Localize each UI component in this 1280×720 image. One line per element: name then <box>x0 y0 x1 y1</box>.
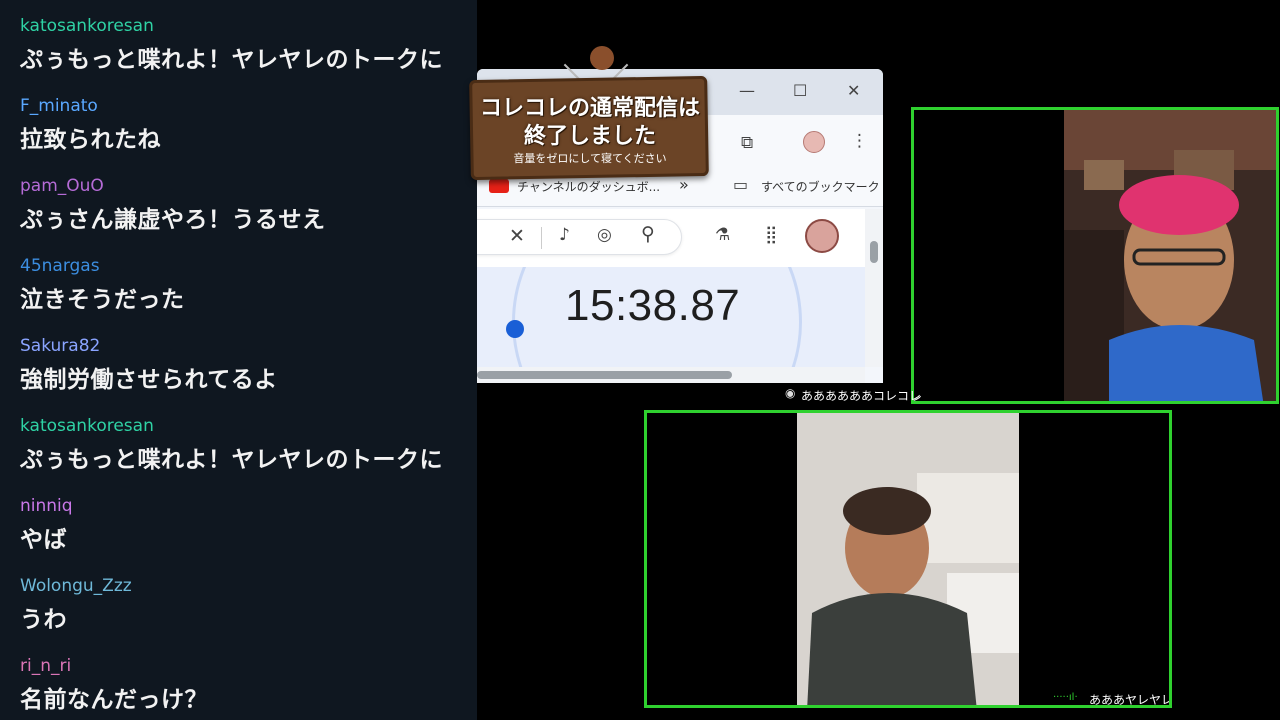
stopwatch-time: 15:38.87 <box>565 281 741 330</box>
close-icon[interactable]: ✕ <box>847 81 860 100</box>
stopwatch-panel: 15:38.87 <box>477 267 865 367</box>
chat-message: 45nargas 泣きそうだった <box>20 250 477 330</box>
stream-ended-sign: コレコレの通常配信は 終了しました 音量をゼロにして寝てください <box>469 46 710 181</box>
chat-message: ri_n_ri 名前なんだっけ？ <box>20 650 477 720</box>
puzzle-icon[interactable]: ⧉ <box>741 133 753 153</box>
chat-panel: katosankoresan ぷぅもっと喋れよ！ヤレヤレのトークに F_minato… <box>0 0 477 720</box>
chat-username[interactable]: Wolongu_Zzz <box>20 576 132 596</box>
participant-name-yareyare: あああヤレヤレ <box>1089 693 1172 707</box>
chat-message-text: ぷぅもっと喋れよ！ヤレヤレのトークに <box>20 447 443 473</box>
profile-avatar[interactable] <box>803 131 825 153</box>
screen-share-name: ああああああコレコレ <box>801 389 922 403</box>
chat-message: pam_OuO ぷぅさん謙虚やろ！うるせえ <box>20 170 477 250</box>
chat-message-text: 強制労働させられてるよ <box>20 367 278 393</box>
audio-level-icon: ·····ıl· <box>1053 692 1078 703</box>
minimize-icon[interactable]: — <box>739 81 755 100</box>
chat-message: Wolongu_Zzz うわ <box>20 570 477 650</box>
flask-icon[interactable]: ⚗ <box>715 225 730 245</box>
sign-nail <box>590 46 614 70</box>
chat-message: katosankoresan ぷぅもっと喋れよ！ヤレヤレのトークに <box>20 410 477 490</box>
korekore-video-frame <box>1064 110 1276 401</box>
chat-username[interactable]: Sakura82 <box>20 336 100 356</box>
vertical-scroll-thumb[interactable] <box>870 241 878 263</box>
chat-username[interactable]: F_minato <box>20 96 98 116</box>
maximize-icon[interactable]: ☐ <box>793 81 807 100</box>
mic-muted-icon: ◉ <box>785 386 796 400</box>
kebab-menu-icon[interactable]: ⋮ <box>851 131 868 151</box>
chat-message: F_minato 拉致られたね <box>20 90 477 170</box>
sign-subtitle: 音量をゼロにして寝てください <box>513 152 667 165</box>
horizontal-scrollbar[interactable] <box>477 367 865 383</box>
chat-message: ninniq やば <box>20 490 477 570</box>
chat-username[interactable]: katosankoresan <box>20 416 154 436</box>
video-tile-yareyare[interactable]: ·····ıl· あああヤレヤレ <box>644 410 1172 708</box>
chat-username[interactable]: 45nargas <box>20 256 100 276</box>
chat-message-text: ぷぅもっと喋れよ！ヤレヤレのトークに <box>20 47 443 73</box>
chat-message-text: ぷぅさん謙虚やろ！うるせえ <box>20 207 326 233</box>
folder-icon: ▭ <box>733 175 749 194</box>
video-tile-korekore[interactable]: ああああああコレコレ ◉ <box>911 107 1279 404</box>
chat-message-text: 名前なんだっけ？ <box>20 687 208 713</box>
clear-icon[interactable]: ✕ <box>509 225 525 247</box>
chat-message-text: 泣きそうだった <box>20 287 185 313</box>
all-bookmarks-link[interactable]: すべてのブックマーク <box>761 178 880 195</box>
search-row: ✕ ♪ ◎ ⚲ ⚗ ⣿ <box>477 209 883 267</box>
microphone-icon[interactable]: ♪ <box>559 225 570 245</box>
youtube-icon <box>489 179 509 193</box>
vertical-scrollbar[interactable] <box>865 209 883 367</box>
chat-username[interactable]: katosankoresan <box>20 16 154 36</box>
lens-icon[interactable]: ◎ <box>597 225 612 245</box>
chat-message-text: やば <box>20 527 67 553</box>
search-divider <box>541 227 542 249</box>
chat-message: Sakura82 強制労働させられてるよ <box>20 330 477 410</box>
apps-grid-icon[interactable]: ⣿ <box>765 225 777 245</box>
chat-message-text: 拉致られたね <box>20 127 161 153</box>
chat-message-text: うわ <box>20 607 67 633</box>
account-avatar[interactable] <box>805 219 839 253</box>
chat-username[interactable]: pam_OuO <box>20 176 104 196</box>
sign-title-line2: 終了しました <box>523 124 656 149</box>
chat-username[interactable]: ninniq <box>20 496 73 516</box>
stopwatch-progress-dot <box>506 320 524 338</box>
bookmark-item[interactable]: チャンネルのダッシュボ... <box>517 178 660 195</box>
chat-message: katosankoresan ぷぅもっと喋れよ！ヤレヤレのトークに <box>20 10 477 90</box>
horizontal-scroll-thumb[interactable] <box>477 371 732 379</box>
yareyare-video-frame <box>797 413 1019 705</box>
search-icon[interactable]: ⚲ <box>641 223 655 245</box>
chat-username[interactable]: ri_n_ri <box>20 656 71 676</box>
